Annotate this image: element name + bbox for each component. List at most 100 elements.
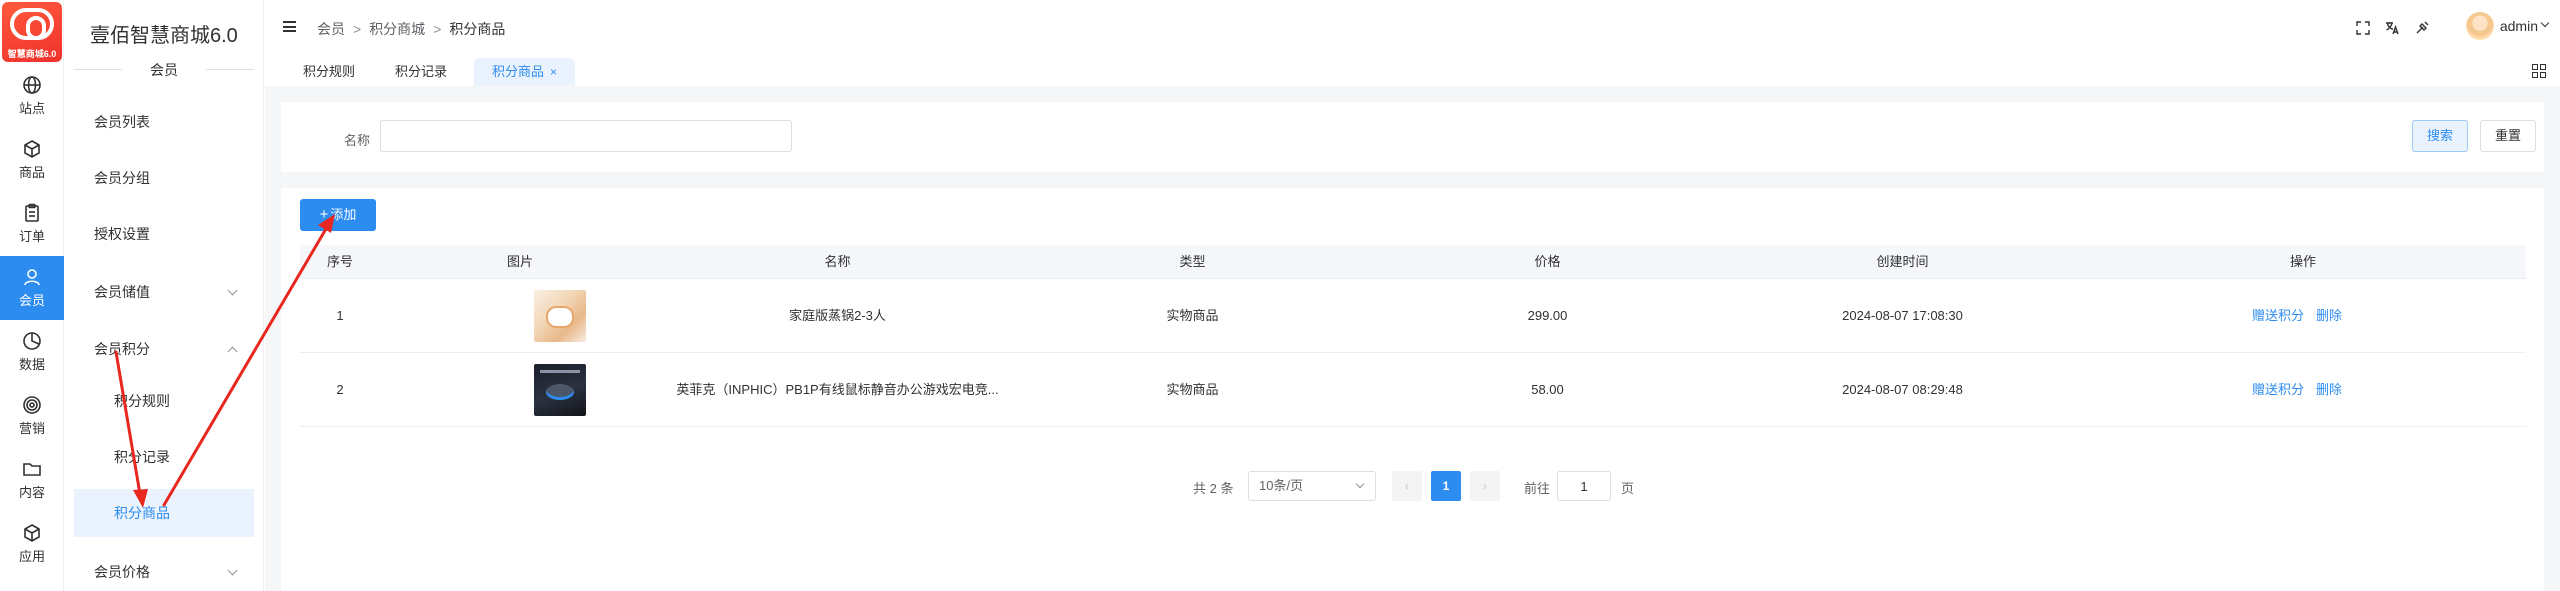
pagination-total: 共 2 条: [1193, 481, 1234, 496]
sidebar-item-member-list[interactable]: 会员列表: [74, 98, 254, 146]
sidebar-item-label: 授权设置: [94, 226, 150, 242]
user-menu[interactable]: admin: [2465, 12, 2550, 44]
cell-created: 2024-08-07 08:29:48: [1842, 382, 1963, 397]
column-header: 操作: [2289, 254, 2316, 269]
plus-icon: +: [319, 206, 329, 223]
page-size-select[interactable]: 10条/页: [1248, 471, 1376, 501]
breadcrumb-separator: >: [433, 21, 442, 37]
sidebar-item-label: 积分商品: [114, 505, 170, 521]
page-size-value: 10条/页: [1259, 478, 1304, 493]
page-tabs: 积分规则 积分记录 积分商品 ×: [265, 56, 2560, 86]
logo-text: 智慧商城6.0: [7, 49, 57, 59]
column-header: 创建时间: [1876, 254, 1929, 269]
column-header: 名称: [824, 254, 851, 269]
sidebar-item-member-stored-value[interactable]: 会员储值: [74, 268, 254, 316]
grid-menu-icon[interactable]: [2532, 64, 2546, 78]
tab-points-goods[interactable]: 积分商品 ×: [474, 58, 576, 86]
rail-item-marketing[interactable]: 营销: [0, 384, 64, 448]
cell-type: 实物商品: [1166, 308, 1219, 323]
submenu-section-title: 会员: [74, 60, 254, 80]
sidebar-item-label: 会员储值: [94, 284, 150, 300]
cell-actions: 赠送积分 删除: [2080, 353, 2526, 427]
sidebar-item-member-price[interactable]: 会员价格: [74, 548, 254, 591]
table-row: 2 英菲克（INPHIC）PB1P有线鼠标静音办公游戏宏电竞... 实物商品 5…: [300, 353, 2526, 427]
pagination: 共 2 条 10条/页 ‹ 1 › 前往 页: [281, 470, 2544, 502]
fullscreen-icon[interactable]: [2355, 20, 2371, 36]
theme-icon[interactable]: [2414, 20, 2430, 36]
menu-toggle-icon[interactable]: [283, 21, 296, 32]
name-search-input[interactable]: [380, 120, 792, 152]
sidebar-item-label: 会员分组: [94, 170, 150, 186]
tab-points-rules[interactable]: 积分规则: [285, 58, 373, 86]
sidebar-item-member-group[interactable]: 会员分组: [74, 154, 254, 202]
name-field-label: 名称: [344, 133, 371, 148]
search-button[interactable]: 搜索: [2412, 120, 2468, 152]
sidebar-item-label: 会员价格: [94, 564, 150, 580]
goto-page-input[interactable]: [1557, 471, 1611, 501]
goods-table-card: + 添加 序号 图片 名称 类型 价格 创建时间 操作 1 家庭版蒸锅2-3人 实…: [281, 188, 2544, 591]
reset-button[interactable]: 重置: [2480, 120, 2536, 152]
rail-label: 应用: [18, 549, 45, 564]
sidebar-item-label: 积分记录: [114, 449, 170, 465]
header-tools: [2345, 19, 2430, 36]
translate-icon[interactable]: [2384, 20, 2400, 36]
rail-item-apps[interactable]: 应用: [0, 512, 64, 576]
sidebar-item-label: 会员列表: [94, 114, 150, 130]
rail-item-site[interactable]: 站点: [0, 64, 64, 128]
chevron-down-icon: [227, 285, 238, 296]
goto-label: 前往: [1524, 481, 1551, 496]
cell-price: 299.00: [1527, 308, 1568, 323]
sidebar-item-auth-settings[interactable]: 授权设置: [74, 210, 254, 258]
chevron-down-icon: [2540, 19, 2550, 28]
table-header: 序号 图片 名称 类型 价格 创建时间 操作: [300, 245, 2526, 279]
rail-item-orders[interactable]: 订单: [0, 192, 64, 256]
sidebar-item-points-records[interactable]: 积分记录: [74, 433, 254, 481]
sidebar-item-points-rules[interactable]: 积分规则: [74, 377, 254, 425]
tab-points-records[interactable]: 积分记录: [377, 58, 465, 86]
breadcrumb-current: 积分商品: [449, 21, 506, 37]
tab-label: 积分记录: [395, 64, 448, 79]
chevron-up-icon: [227, 346, 238, 357]
product-thumbnail: [534, 364, 586, 416]
sidebar-item-member-points[interactable]: 会员积分: [74, 325, 254, 373]
rail-item-content[interactable]: 内容: [0, 448, 64, 512]
rail-label: 内容: [18, 485, 45, 500]
submenu: 壹佰智慧商城6.0 会员 会员列表 会员分组 授权设置 会员储值 会员积分 积分…: [64, 0, 264, 591]
breadcrumb-separator: >: [353, 21, 362, 37]
cell-price: 58.00: [1531, 382, 1564, 397]
cell-name: 家庭版蒸锅2-3人: [789, 308, 886, 323]
add-button-label: 添加: [330, 207, 357, 222]
sidebar-item-label: 积分规则: [114, 393, 170, 409]
breadcrumb-item[interactable]: 会员: [317, 21, 345, 37]
column-header: 图片: [506, 254, 533, 269]
breadcrumb-item[interactable]: 积分商城: [369, 21, 425, 37]
rail-label: 商品: [18, 165, 45, 180]
next-page-button[interactable]: ›: [1470, 471, 1500, 501]
search-form: 名称 搜索 重置: [281, 102, 2544, 172]
sidebar-item-points-goods[interactable]: 积分商品: [74, 489, 254, 537]
cell-actions: 赠送积分 删除: [2080, 279, 2526, 353]
rail-item-data[interactable]: 数据: [0, 320, 64, 384]
tab-label: 积分规则: [303, 64, 356, 79]
close-icon[interactable]: ×: [550, 65, 557, 79]
gift-points-link[interactable]: 赠送积分: [2252, 382, 2304, 397]
clipboard-icon: [25, 203, 39, 222]
delete-link[interactable]: 删除: [2316, 382, 2342, 397]
delete-link[interactable]: 删除: [2316, 308, 2342, 323]
rail-item-members[interactable]: 会员: [0, 256, 64, 320]
sidebar-item-label: 会员积分: [94, 341, 150, 357]
cell-index: 1: [336, 308, 344, 323]
gift-points-link[interactable]: 赠送积分: [2252, 308, 2304, 323]
goods-table: 序号 图片 名称 类型 价格 创建时间 操作 1 家庭版蒸锅2-3人 实物商品 …: [300, 245, 2526, 427]
rail-item-goods[interactable]: 商品: [0, 128, 64, 192]
page-number-button[interactable]: 1: [1431, 471, 1461, 501]
column-header: 价格: [1534, 254, 1561, 269]
page-suffix-label: 页: [1621, 481, 1635, 496]
product-thumbnail: [534, 290, 586, 342]
cell-name: 英菲克（INPHIC）PB1P有线鼠标静音办公游戏宏电竞...: [676, 382, 999, 397]
add-button[interactable]: + 添加: [300, 199, 376, 231]
chevron-down-icon: [1355, 479, 1365, 489]
prev-page-button[interactable]: ‹: [1392, 471, 1422, 501]
column-header: 序号: [326, 254, 353, 269]
tab-label: 积分商品: [492, 64, 545, 79]
